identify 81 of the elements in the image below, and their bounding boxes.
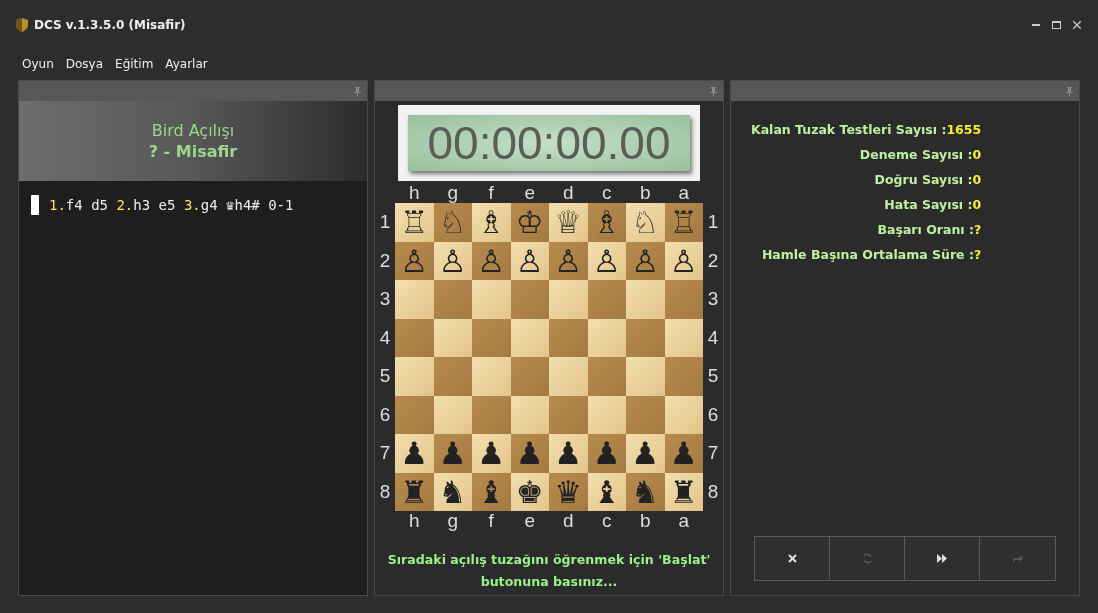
board-square[interactable]: [472, 357, 511, 396]
board-square[interactable]: [549, 357, 588, 396]
stat-line: Hamle Başına Ortalama Süre :?: [760, 246, 982, 264]
board-square[interactable]: [395, 395, 434, 434]
file-label: b: [639, 183, 651, 203]
stat-line: Başarı Oranı :?: [876, 221, 982, 239]
opening-name: Bird Açılışı: [151, 121, 235, 140]
rank-label: 8: [707, 481, 719, 502]
board-square[interactable]: [664, 357, 703, 396]
board-square[interactable]: [472, 280, 511, 319]
shield-icon: [16, 18, 28, 32]
rank-label: 5: [707, 366, 719, 387]
file-label: f: [488, 511, 494, 531]
menu-item[interactable]: Oyun: [16, 57, 60, 71]
rank-label: 8: [379, 481, 391, 502]
board-square[interactable]: [549, 280, 588, 319]
pin-icon[interactable]: [354, 86, 361, 96]
close-icon[interactable]: [1073, 21, 1081, 29]
maximize-icon[interactable]: [1052, 21, 1061, 29]
rank-label: 2: [707, 250, 719, 271]
toolbar-button[interactable]: [905, 537, 980, 580]
timer-display: 00:00:00.00: [408, 115, 690, 171]
rank-label: 4: [379, 327, 391, 348]
file-label: g: [447, 511, 459, 531]
board-square[interactable]: [472, 318, 511, 357]
window-title: DCS v.1.3.5.0 (Misafir): [34, 18, 187, 32]
rank-label: 1: [379, 212, 391, 233]
file-label: e: [524, 511, 536, 531]
board-square[interactable]: [549, 395, 588, 434]
rank-label: 2: [379, 250, 391, 271]
file-label: f: [488, 183, 494, 203]
file-label: h: [408, 511, 420, 531]
file-label: a: [678, 183, 690, 203]
rank-label: 3: [707, 289, 719, 310]
board-square[interactable]: [510, 357, 549, 396]
menu-item[interactable]: Eğitim: [109, 57, 160, 71]
cursor-icon: [31, 195, 39, 215]
board-square[interactable]: [472, 395, 511, 434]
file-label: e: [524, 183, 536, 203]
toolbar-button[interactable]: [755, 537, 830, 580]
board-square[interactable]: [433, 280, 472, 319]
menu-item[interactable]: Dosya: [59, 57, 110, 71]
board-square[interactable]: [664, 280, 703, 319]
board-square[interactable]: [510, 280, 549, 319]
file-label: a: [678, 511, 690, 531]
board-square[interactable]: [626, 395, 665, 434]
players-label: ? - Misafir: [148, 142, 238, 161]
file-label: b: [639, 511, 651, 531]
rank-label: 7: [707, 443, 719, 464]
board-square[interactable]: [395, 357, 434, 396]
file-label: h: [408, 183, 420, 203]
file-label: c: [602, 183, 612, 203]
file-label: d: [562, 183, 574, 203]
board-square[interactable]: [395, 280, 434, 319]
rank-label: 5: [379, 366, 391, 387]
menu-item[interactable]: Ayarlar: [159, 57, 214, 71]
rank-label: 1: [707, 212, 719, 233]
move-text: 1.f4 d5 2.h3 e5 3.g4 ♛h4# 0-1: [49, 196, 294, 215]
board-square[interactable]: [626, 280, 665, 319]
board-square[interactable]: [587, 357, 626, 396]
board-square[interactable]: [587, 280, 626, 319]
stat-line: Hata Sayısı :0: [883, 196, 982, 214]
stat-line: Doğru Sayısı :0: [873, 171, 982, 189]
stat-line: Deneme Sayısı :0: [858, 146, 982, 164]
stat-line: Kalan Tuzak Testleri Sayısı :1655: [751, 121, 982, 139]
board-square[interactable]: [549, 318, 588, 357]
rank-label: 6: [707, 404, 719, 425]
rank-label: 4: [707, 327, 719, 348]
board-square[interactable]: [626, 318, 665, 357]
pin-icon[interactable]: [710, 86, 717, 96]
board-square[interactable]: [433, 357, 472, 396]
file-label: g: [447, 183, 459, 203]
file-label: c: [602, 511, 612, 531]
rank-label: 7: [379, 443, 391, 464]
pin-icon[interactable]: [1066, 86, 1073, 96]
file-label: d: [562, 511, 574, 531]
instruction-text: Sıradaki açılış tuzağını öğrenmek için 'Başlat' butonuna basınız...: [386, 551, 712, 591]
rank-label: 3: [379, 289, 391, 310]
board-square[interactable]: [626, 357, 665, 396]
board-square[interactable]: [395, 318, 434, 357]
rank-label: 6: [379, 404, 391, 425]
